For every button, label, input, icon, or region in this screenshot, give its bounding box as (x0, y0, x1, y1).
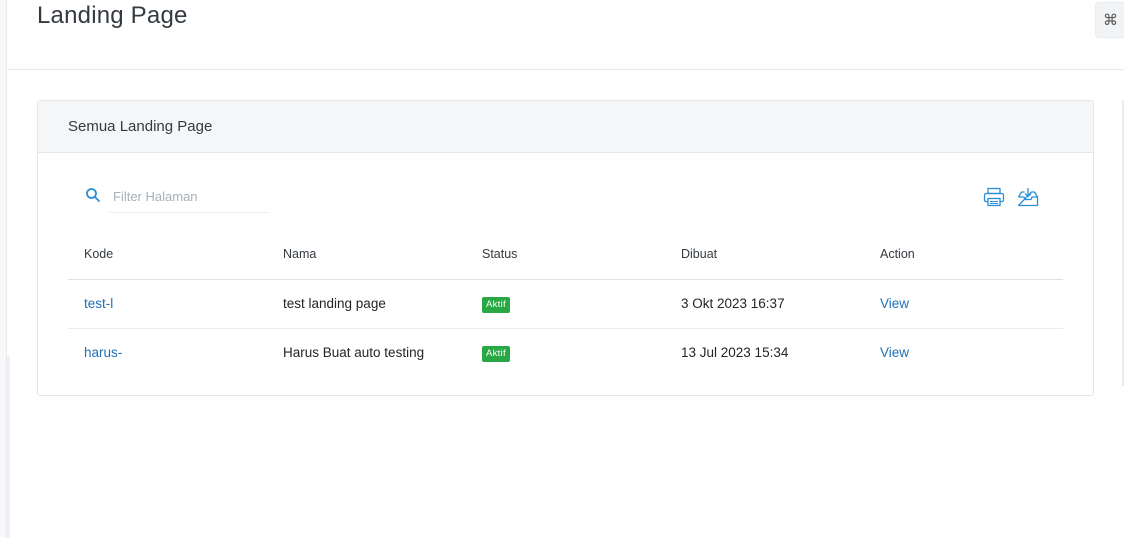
status-badge: Aktif (482, 345, 510, 362)
row-name: Harus Buat auto testing (283, 345, 425, 361)
table-header-row: Kode Nama Status Dibuat Action (68, 229, 1063, 280)
command-menu-button[interactable]: ⌘ (1095, 2, 1124, 38)
top-bar: Landing Page ⌘ (7, 0, 1124, 70)
printer-icon[interactable] (983, 187, 1005, 207)
table-row: harus- Harus Buat auto testing Aktif 13 … (68, 328, 1063, 377)
page-title: Landing Page (37, 2, 188, 29)
column-header-kode[interactable]: Kode (68, 229, 267, 280)
search-icon (86, 188, 100, 202)
filter-pages-input[interactable] (109, 181, 269, 213)
row-code-link[interactable]: test-l (84, 296, 113, 311)
row-created-date: 3 Okt 2023 16:37 (665, 279, 864, 329)
download-tray-icon[interactable] (1017, 187, 1039, 207)
column-header-action: Action (864, 229, 1063, 280)
row-created-date: 13 Jul 2023 15:34 (681, 345, 789, 361)
row-name: test landing page (267, 279, 466, 329)
column-header-nama[interactable]: Nama (267, 229, 466, 280)
column-header-status[interactable]: Status (466, 229, 665, 280)
search-box (85, 181, 269, 213)
view-link[interactable]: View (880, 296, 909, 311)
column-header-dibuat[interactable]: Dibuat (665, 229, 864, 280)
app-window: Landing Page ⌘ Semua Landing Page Filter… (6, 0, 1124, 538)
table-row: test-l test landing page Aktif 3 Okt 202… (68, 279, 1063, 329)
row-code-link[interactable]: harus- (84, 345, 122, 360)
status-badge: Aktif (482, 296, 510, 313)
sidebar-edge (7, 356, 10, 538)
landing-pages-card: Semua Landing Page Kode (37, 100, 1094, 396)
landing-pages-table: Kode Nama Status Dibuat Action test-l te… (68, 229, 1063, 377)
card-title: Semua Landing Page (38, 101, 1093, 153)
view-link[interactable]: View (880, 345, 909, 360)
